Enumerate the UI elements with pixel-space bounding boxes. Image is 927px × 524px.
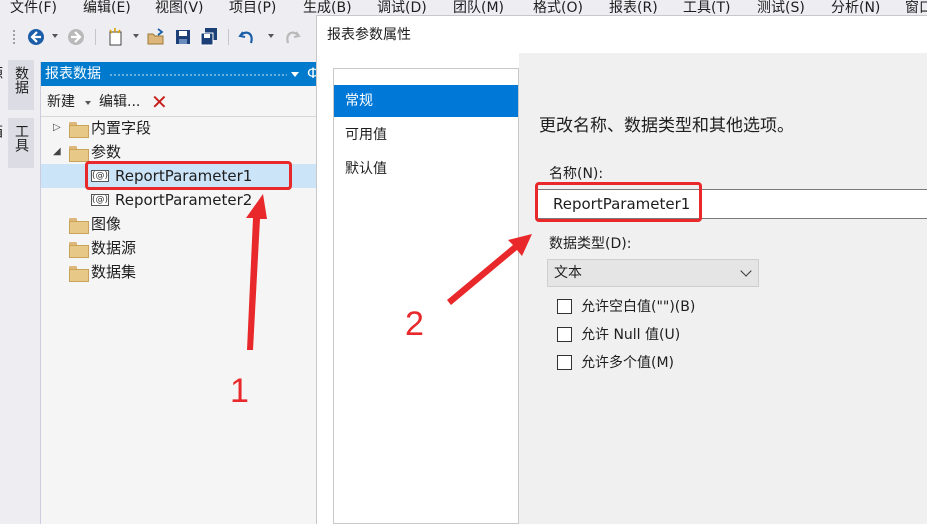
side-tab-strip: 数据源 工具箱 bbox=[0, 54, 40, 524]
save-all-icon[interactable] bbox=[199, 27, 219, 47]
tree-node-reportparameter2[interactable]: (@) ReportParameter2 bbox=[41, 188, 317, 212]
annotation-number-1: 1 bbox=[230, 372, 249, 410]
menu-window[interactable]: 窗口 bbox=[905, 0, 927, 16]
back-dropdown-icon[interactable] bbox=[52, 34, 58, 38]
data-type-label: 数据类型(D): bbox=[549, 236, 632, 252]
folder-icon bbox=[69, 218, 89, 234]
open-folder-icon[interactable] bbox=[146, 27, 166, 47]
name-label: 名称(N): bbox=[549, 166, 604, 182]
menu-file[interactable]: 文件(F) bbox=[10, 0, 57, 16]
new-item-icon[interactable] bbox=[106, 27, 126, 47]
report-parameter-properties-dialog: 报表参数属性 常规 可用值 默认值 更改名称、数据类型和其他选项。 名称(N):… bbox=[316, 15, 927, 524]
tree-node-label: 图像 bbox=[91, 215, 122, 233]
tree-node-label: ReportParameter2 bbox=[115, 191, 253, 209]
data-type-select[interactable]: 文本 bbox=[547, 259, 759, 287]
menu-format[interactable]: 格式(O) bbox=[533, 0, 583, 16]
nav-available-values[interactable]: 可用值 bbox=[334, 119, 518, 151]
parameter-icon: (@) bbox=[91, 194, 109, 206]
folder-icon bbox=[69, 266, 89, 282]
menu-build[interactable]: 生成(B) bbox=[303, 0, 352, 16]
dialog-content: 更改名称、数据类型和其他选项。 名称(N): 数据类型(D): 文本 允许空白值… bbox=[519, 53, 927, 524]
tree-node-data-sources[interactable]: 数据源 bbox=[53, 236, 313, 260]
chevron-down-icon bbox=[740, 265, 752, 277]
tree-node-label: 数据集 bbox=[91, 263, 137, 281]
delete-icon[interactable]: ✕ bbox=[151, 90, 168, 114]
toolbar-grip[interactable] bbox=[12, 29, 16, 45]
tab-toolbox[interactable]: 工具箱 bbox=[0, 118, 34, 168]
tree-node-builtin-fields[interactable]: ▷ 内置字段 bbox=[53, 116, 313, 140]
menu-project[interactable]: 项目(P) bbox=[229, 0, 276, 16]
menu-edit[interactable]: 编辑(E) bbox=[83, 0, 131, 16]
toolbar-separator bbox=[95, 29, 96, 45]
nav-general[interactable]: 常规 bbox=[334, 85, 518, 117]
tree-node-label: 数据源 bbox=[91, 239, 137, 257]
panel-drag-grip[interactable] bbox=[109, 73, 287, 77]
back-icon[interactable] bbox=[26, 27, 46, 47]
panel-toolbar: 新建 编辑... ✕ bbox=[41, 90, 316, 114]
menu-view[interactable]: 视图(V) bbox=[155, 0, 204, 16]
menu-report[interactable]: 报表(R) bbox=[609, 0, 658, 16]
checkbox-label: 允许空白值("")(B) bbox=[581, 299, 696, 315]
undo-icon[interactable] bbox=[237, 27, 257, 47]
menu-test[interactable]: 测试(S) bbox=[757, 0, 805, 16]
new-dropdown-icon[interactable] bbox=[85, 101, 91, 105]
folder-icon bbox=[69, 242, 89, 258]
toolbar-separator bbox=[228, 29, 229, 45]
highlight-box-reportparameter1 bbox=[85, 161, 292, 190]
collapse-arrow-icon[interactable]: ◢ bbox=[53, 140, 61, 164]
menu-team[interactable]: 团队(M) bbox=[453, 0, 504, 16]
folder-icon bbox=[69, 122, 89, 138]
forward-icon[interactable] bbox=[66, 27, 86, 47]
checkbox-box[interactable] bbox=[557, 355, 572, 370]
panel-menu-chevron-icon[interactable] bbox=[291, 72, 299, 77]
redo-icon[interactable] bbox=[282, 27, 302, 47]
highlight-box-name-field bbox=[535, 182, 702, 222]
checkbox-label: 允许多个值(M) bbox=[581, 355, 675, 371]
data-type-value: 文本 bbox=[554, 265, 582, 281]
tree-node-datasets[interactable]: 数据集 bbox=[53, 260, 313, 284]
folder-open-icon bbox=[69, 146, 89, 162]
dialog-nav: 常规 可用值 默认值 bbox=[333, 68, 519, 524]
annotation-number-2: 2 bbox=[405, 305, 424, 343]
new-button[interactable]: 新建 bbox=[47, 90, 75, 114]
tree-node-images[interactable]: 图像 bbox=[53, 212, 313, 236]
undo-dropdown-icon[interactable] bbox=[268, 34, 274, 38]
report-data-panel: 报表数据 Ф 新建 编辑... ✕ ▷ 内置字段 ◢ 参数 (@) Report… bbox=[40, 62, 319, 524]
menu-debug[interactable]: 调试(D) bbox=[377, 0, 427, 16]
dialog-description: 更改名称、数据类型和其他选项。 bbox=[539, 116, 794, 136]
menu-tools[interactable]: 工具(T) bbox=[683, 0, 730, 16]
nav-default-values[interactable]: 默认值 bbox=[334, 153, 518, 185]
checkbox-box[interactable] bbox=[557, 299, 572, 314]
panel-header: 报表数据 Ф bbox=[41, 62, 319, 86]
edit-button[interactable]: 编辑... bbox=[99, 90, 140, 114]
expand-arrow-icon[interactable]: ▷ bbox=[53, 116, 61, 140]
tree-node-label: 内置字段 bbox=[91, 119, 152, 137]
save-icon[interactable] bbox=[173, 27, 193, 47]
panel-title: 报表数据 bbox=[45, 66, 101, 82]
dialog-title: 报表参数属性 bbox=[317, 15, 927, 53]
menu-analyze[interactable]: 分析(N) bbox=[831, 0, 880, 16]
tab-data-sources[interactable]: 数据源 bbox=[0, 60, 34, 110]
checkbox-label: 允许 Null 值(U) bbox=[581, 327, 681, 343]
new-item-dropdown-icon[interactable] bbox=[133, 34, 139, 38]
checkbox-box[interactable] bbox=[557, 327, 572, 342]
